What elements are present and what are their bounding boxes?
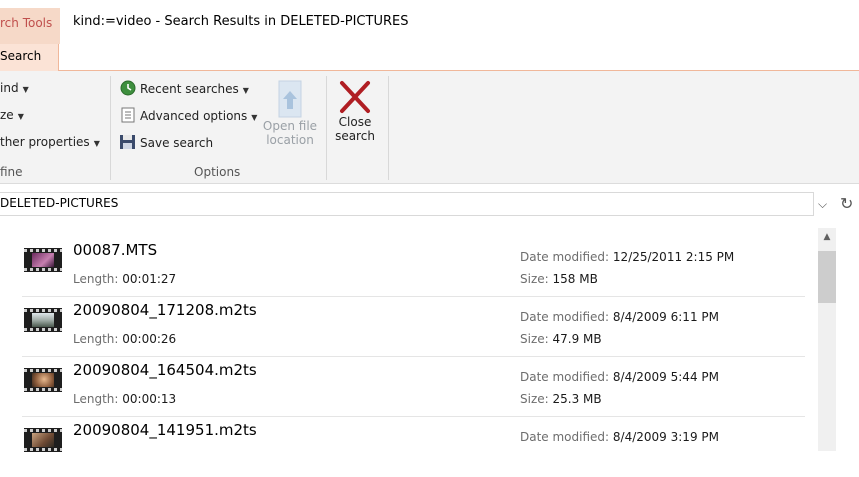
ribbon-separator	[110, 76, 111, 180]
size-label: Size:	[520, 332, 549, 346]
length-label: Length:	[73, 332, 119, 346]
list-item[interactable]: 20090804_141951.m2ts Date modified: 8/4/…	[22, 417, 805, 477]
advanced-options-icon	[121, 107, 135, 123]
address-bar[interactable]	[0, 192, 814, 216]
length-label: Length:	[73, 392, 119, 406]
date-modified-label: Date modified:	[520, 250, 610, 264]
recent-searches-icon	[120, 80, 136, 96]
chevron-down-icon: ▼	[93, 139, 100, 148]
file-size: Size: 25.3 MB	[520, 392, 602, 406]
ribbon-separator	[326, 76, 327, 180]
close-search-button[interactable]: Close search	[330, 78, 380, 158]
address-path[interactable]: DELETED-PICTURES	[0, 196, 118, 210]
advanced-options-button[interactable]: Advanced options ▼	[119, 107, 257, 123]
open-file-location-button[interactable]: Open file location	[258, 77, 322, 157]
other-properties-label: ther properties	[0, 135, 90, 149]
video-thumbnail-icon	[24, 248, 62, 272]
scrollbar-thumb[interactable]	[818, 251, 836, 303]
options-group-label: Options	[194, 165, 241, 179]
refine-group-label: fine	[0, 165, 23, 179]
recent-searches-button[interactable]: Recent searches ▼	[119, 80, 249, 96]
file-name: 20090804_141951.m2ts	[73, 421, 257, 439]
open-file-location-icon	[278, 80, 302, 118]
size-label: Size:	[520, 392, 549, 406]
file-date-modified: Date modified: 12/25/2011 2:15 PM	[520, 250, 735, 264]
chevron-down-icon: ▼	[242, 86, 249, 95]
chevron-down-icon[interactable]: ⌵	[818, 197, 827, 212]
file-length: Length: 00:01:27	[73, 272, 177, 286]
open-file-location-line2: location	[266, 133, 314, 147]
size-label: Size:	[520, 272, 549, 286]
chevron-down-icon: ▼	[251, 113, 258, 122]
date-modified-label: Date modified:	[520, 370, 610, 384]
length-label: Length:	[73, 272, 119, 286]
file-name: 00087.MTS	[73, 241, 158, 259]
date-modified-label: Date modified:	[520, 430, 610, 444]
file-name: 20090804_164504.m2ts	[73, 361, 257, 379]
kind-label: ind	[0, 81, 19, 95]
close-icon	[340, 81, 370, 113]
video-thumbnail-icon	[24, 308, 62, 332]
file-length: Length: 00:00:26	[73, 332, 177, 346]
ribbon-separator	[388, 76, 389, 180]
other-properties-dropdown[interactable]: ther properties ▼	[0, 135, 100, 149]
refresh-icon[interactable]: ↻	[840, 194, 853, 213]
save-icon	[120, 135, 135, 149]
file-date-modified: Date modified: 8/4/2009 3:19 PM	[520, 430, 719, 444]
ribbon-tab-strip	[0, 44, 859, 71]
list-item[interactable]: 20090804_171208.m2ts Length: 00:00:26 Da…	[22, 297, 805, 357]
close-search-line2: search	[335, 129, 375, 143]
tab-search[interactable]: Search	[0, 44, 59, 72]
chevron-down-icon: ▼	[17, 112, 24, 121]
context-tab-label: rch Tools	[0, 16, 53, 30]
size-dropdown[interactable]: ze ▼	[0, 108, 24, 122]
search-tools-context-tab[interactable]: rch Tools	[0, 8, 60, 44]
kind-dropdown[interactable]: ind ▼	[0, 81, 29, 95]
advanced-options-label: Advanced options	[140, 109, 248, 123]
size-label: ze	[0, 108, 14, 122]
chevron-down-icon: ▼	[22, 85, 29, 94]
recent-searches-label: Recent searches	[140, 82, 239, 96]
save-search-label: Save search	[140, 136, 214, 150]
close-search-line1: Close	[338, 115, 372, 129]
list-item[interactable]: 00087.MTS Length: 00:01:27 Date modified…	[22, 237, 805, 297]
scroll-up-icon[interactable]: ▲	[818, 228, 836, 246]
file-length: Length: 00:00:13	[73, 392, 177, 406]
window-title: kind:=video - Search Results in DELETED-…	[73, 14, 409, 29]
file-date-modified: Date modified: 8/4/2009 6:11 PM	[520, 310, 719, 324]
date-modified-label: Date modified:	[520, 310, 610, 324]
file-size: Size: 158 MB	[520, 272, 598, 286]
tab-search-label: Search	[0, 49, 42, 63]
open-file-location-line1: Open file	[262, 119, 318, 133]
video-thumbnail-icon	[24, 428, 62, 452]
file-size: Size: 47.9 MB	[520, 332, 602, 346]
video-thumbnail-icon	[24, 368, 62, 392]
list-item[interactable]: 20090804_164504.m2ts Length: 00:00:13 Da…	[22, 357, 805, 417]
file-name: 20090804_171208.m2ts	[73, 301, 257, 319]
file-date-modified: Date modified: 8/4/2009 5:44 PM	[520, 370, 719, 384]
save-search-button[interactable]: Save search	[119, 134, 213, 150]
